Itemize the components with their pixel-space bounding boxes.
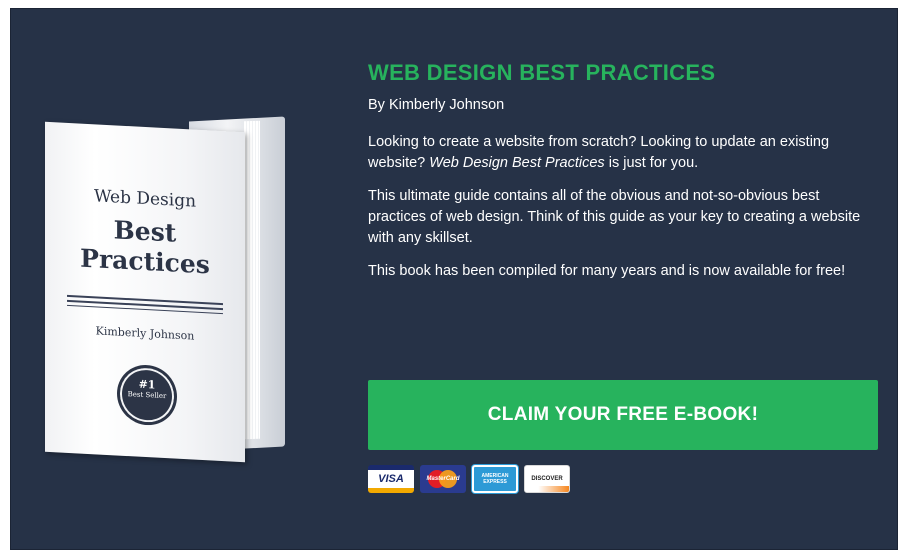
cover-title-big: Best Practices <box>45 212 245 282</box>
intro-paragraph: Looking to create a website from scratch… <box>368 132 880 174</box>
claim-ebook-button[interactable]: CLAIM YOUR FREE E-BOOK! <box>368 380 878 450</box>
bestseller-seal: #1 Best Seller <box>117 363 177 427</box>
book-front-cover: Web Design Best Practices Kimberly Johns… <box>45 121 245 463</box>
description-paragraph: This ultimate guide contains all of the … <box>368 188 861 246</box>
mastercard-label: MasterCard <box>426 476 460 482</box>
mastercard-card-icon: MasterCard <box>420 465 466 493</box>
page-frame: Web Design Best Practices Kimberly Johns… <box>0 0 904 550</box>
cover-title-small: Web Design <box>93 186 197 212</box>
visa-card-icon: VISA <box>368 465 414 493</box>
discover-card-icon: DISCOVER <box>524 465 570 493</box>
availability-paragraph: This book has been compiled for many yea… <box>368 263 846 279</box>
book-pages <box>244 120 260 440</box>
book-cover-image: Web Design Best Practices Kimberly Johns… <box>39 99 299 469</box>
byline: By Kimberly Johnson <box>368 97 505 113</box>
seal-text: Best Seller <box>127 390 167 401</box>
payment-cards: VISA MasterCard AMERICAN EXPRESS DISCOVE… <box>368 465 570 493</box>
intro-emphasis: Web Design Best Practices <box>429 155 605 171</box>
intro-tail: is just for you. <box>604 155 699 171</box>
amex-card-icon: AMERICAN EXPRESS <box>472 465 518 493</box>
cover-author: Kimberly Johnson <box>95 324 195 343</box>
promo-content: WEB DESIGN BEST PRACTICES By Kimberly Jo… <box>368 60 880 282</box>
page-title: WEB DESIGN BEST PRACTICES <box>368 60 716 85</box>
